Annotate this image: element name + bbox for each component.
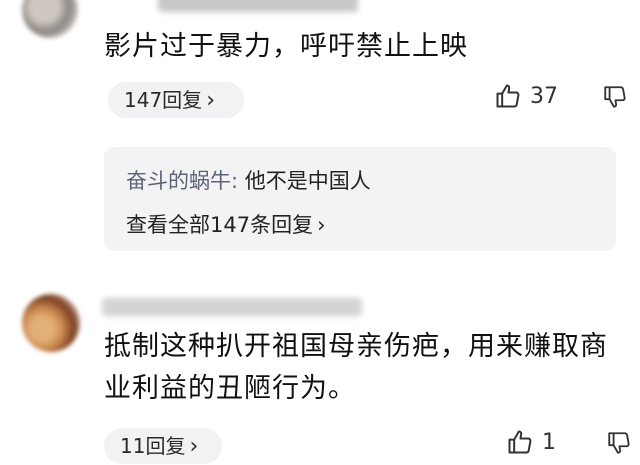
chevron-right-icon: › <box>206 88 215 113</box>
reply-preview[interactable]: 奋斗的蜗牛: 他不是中国人 查看全部147条回复 › <box>104 147 616 251</box>
reply-text: 他不是中国人 <box>238 169 371 193</box>
thumbs-up-icon <box>496 84 520 108</box>
dislike-button[interactable] <box>606 430 632 460</box>
thumbs-up-icon <box>508 430 532 454</box>
like-button[interactable]: 1 <box>506 428 556 456</box>
comment-text: 抵制这种扒开祖国母亲伤疤，用来赚取商业利益的丑陋行为。 <box>104 331 608 404</box>
comment-text: 影片过于暴力，呼吁禁止上映 <box>104 31 468 62</box>
chevron-right-icon: › <box>189 434 199 459</box>
avatar[interactable] <box>22 294 80 352</box>
username-blurred[interactable] <box>158 0 358 12</box>
dislike-button[interactable] <box>602 84 628 114</box>
thumbs-down-icon <box>608 432 630 454</box>
replies-label: 147回复 <box>124 88 203 112</box>
username-blurred[interactable] <box>102 298 362 316</box>
like-count: 37 <box>530 83 558 109</box>
reply-author[interactable]: 奋斗的蜗牛: <box>126 169 238 193</box>
replies-label: 11回复 <box>120 434 186 458</box>
view-all-replies-link[interactable]: 查看全部147条回复 › <box>126 209 326 239</box>
replies-button[interactable]: 11回复 › <box>104 428 222 464</box>
avatar[interactable] <box>22 0 78 38</box>
chevron-right-icon: › <box>317 213 326 237</box>
reply-preview-line: 奋斗的蜗牛: 他不是中国人 <box>126 165 371 195</box>
like-button[interactable]: 37 <box>494 82 558 110</box>
replies-button[interactable]: 147回复 › <box>108 82 244 118</box>
like-count: 1 <box>542 429 556 455</box>
thumbs-down-icon <box>604 86 626 108</box>
view-all-replies-label: 查看全部147条回复 <box>126 213 314 237</box>
